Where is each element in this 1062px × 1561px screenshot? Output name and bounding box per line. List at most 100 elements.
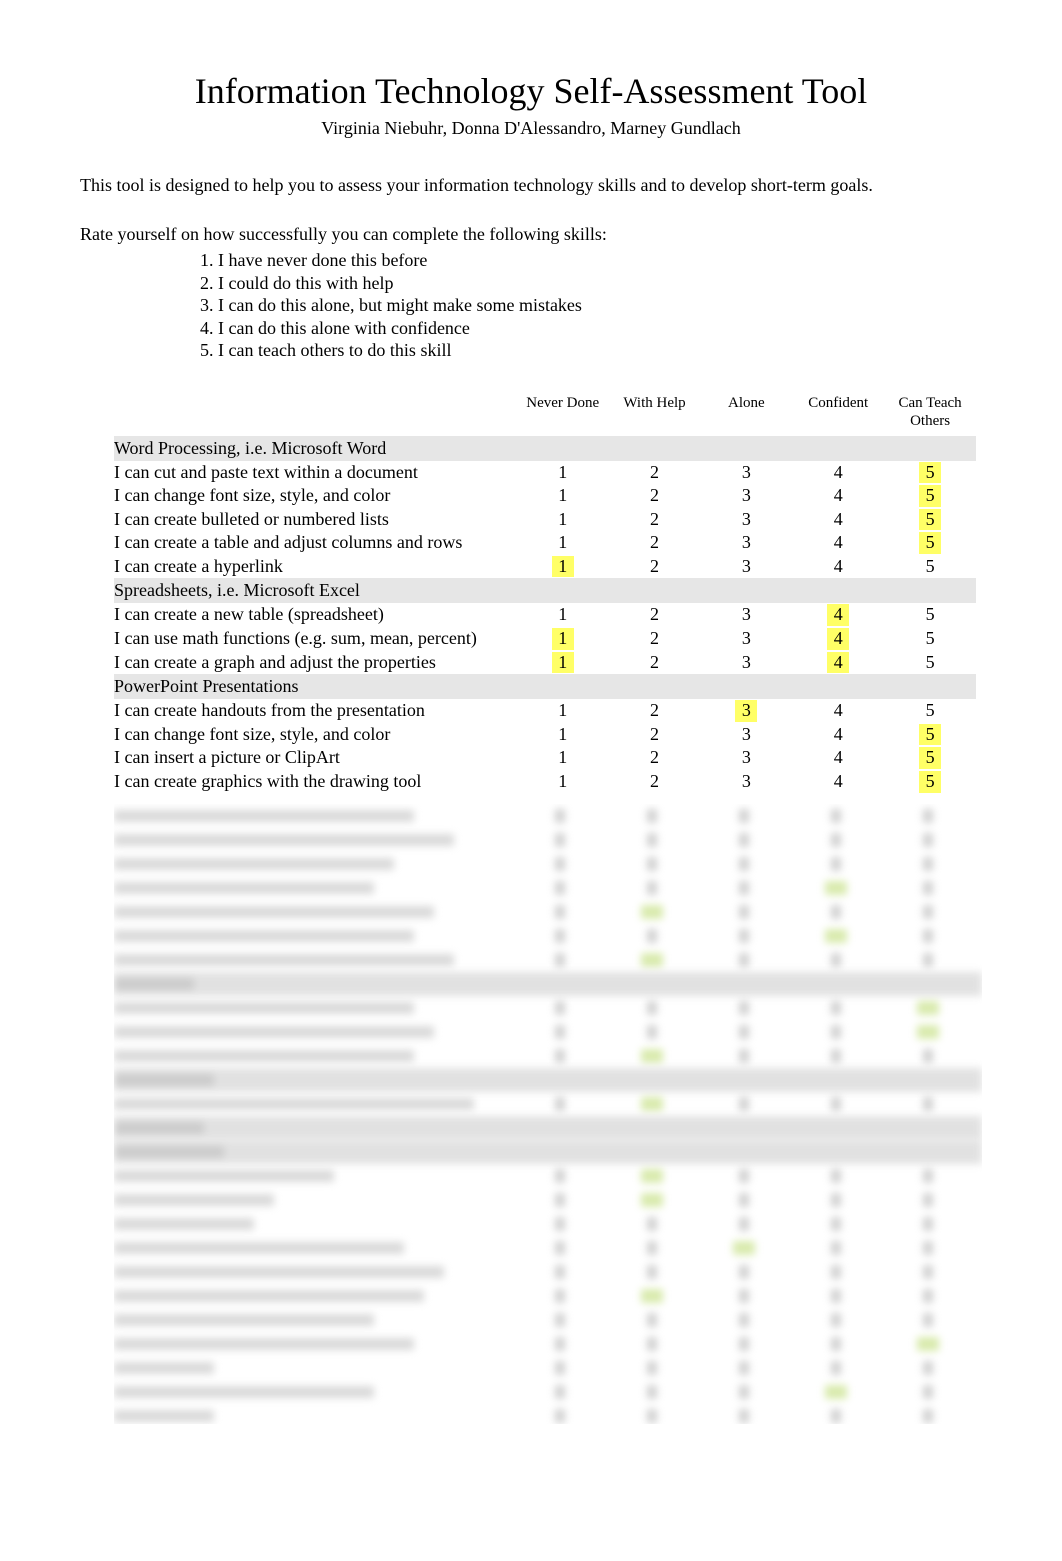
blurred-row	[114, 1212, 982, 1236]
blurred-dot	[555, 1193, 565, 1207]
rating-cell[interactable]: 5	[884, 651, 976, 675]
table-row: I can insert a picture or ClipArt12345	[114, 746, 976, 770]
rating-cell[interactable]: 5	[884, 461, 976, 485]
blurred-dot	[555, 1025, 565, 1039]
rating-cell[interactable]: 3	[700, 461, 792, 485]
table-header-row: Never Done With Help Alone Confident Can…	[114, 390, 976, 436]
rating-cell[interactable]: 5	[884, 627, 976, 651]
blurred-label	[114, 1314, 374, 1326]
section-cell	[517, 674, 609, 699]
rating-cell[interactable]: 1	[517, 603, 609, 627]
rating-cell[interactable]: 2	[609, 508, 701, 532]
rating-cell[interactable]: 1	[517, 461, 609, 485]
blurred-dot	[555, 905, 565, 919]
rating-cell[interactable]: 4	[792, 555, 884, 579]
blurred-label	[114, 978, 194, 990]
blurred-cells	[514, 1337, 982, 1351]
blurred-row	[114, 1332, 982, 1356]
rating-cell[interactable]: 2	[609, 651, 701, 675]
blurred-dot	[739, 881, 749, 895]
rating-cell[interactable]: 2	[609, 461, 701, 485]
blurred-label	[114, 1122, 204, 1134]
blurred-cells	[514, 1049, 982, 1063]
rating-cell[interactable]: 3	[700, 651, 792, 675]
blurred-dot	[555, 953, 565, 967]
rating-cell[interactable]: 3	[700, 508, 792, 532]
rating-cell[interactable]: 5	[884, 746, 976, 770]
rating-cell[interactable]: 5	[884, 770, 976, 794]
blurred-cells	[514, 881, 982, 895]
rating-cell[interactable]: 3	[700, 555, 792, 579]
rating-cell[interactable]: 1	[517, 627, 609, 651]
rating-cell[interactable]: 4	[792, 603, 884, 627]
rating-cell[interactable]: 1	[517, 770, 609, 794]
rating-cell[interactable]: 3	[700, 627, 792, 651]
section-cell	[792, 436, 884, 461]
blurred-row	[114, 852, 982, 876]
blurred-cells	[514, 809, 982, 823]
rating-cell[interactable]: 3	[700, 746, 792, 770]
rating-cell[interactable]: 4	[792, 746, 884, 770]
rating-cell[interactable]: 4	[792, 651, 884, 675]
blurred-dot	[739, 833, 749, 847]
table-row: I can cut and paste text within a docume…	[114, 461, 976, 485]
assessment-table: Never Done With Help Alone Confident Can…	[114, 390, 976, 794]
rating-cell[interactable]: 3	[700, 770, 792, 794]
header-confident: Confident	[792, 390, 884, 436]
rating-cell[interactable]: 2	[609, 723, 701, 747]
rating-cell[interactable]: 3	[700, 484, 792, 508]
blurred-dot	[555, 1097, 565, 1111]
rating-cell[interactable]: 1	[517, 723, 609, 747]
blurred-label	[114, 1002, 414, 1014]
blurred-dot	[555, 929, 565, 943]
section-cell	[609, 674, 701, 699]
rating-cell[interactable]: 2	[609, 746, 701, 770]
rating-cell[interactable]: 4	[792, 531, 884, 555]
rating-cell[interactable]: 1	[517, 746, 609, 770]
rating-cell[interactable]: 1	[517, 699, 609, 723]
rating-cell[interactable]: 5	[884, 603, 976, 627]
rating-cell[interactable]: 5	[884, 699, 976, 723]
rating-cell[interactable]: 5	[884, 484, 976, 508]
header-never-done: Never Done	[517, 390, 609, 436]
rating-cell[interactable]: 5	[884, 555, 976, 579]
rating-cell[interactable]: 4	[792, 627, 884, 651]
rating-cell[interactable]: 5	[884, 508, 976, 532]
blurred-dot	[739, 1193, 749, 1207]
rating-cell[interactable]: 2	[609, 603, 701, 627]
rating-cell[interactable]: 4	[792, 699, 884, 723]
rating-cell[interactable]: 2	[609, 770, 701, 794]
rating-cell[interactable]: 4	[792, 461, 884, 485]
rating-cell[interactable]: 4	[792, 770, 884, 794]
rating-cell[interactable]: 1	[517, 531, 609, 555]
rating-cell[interactable]: 4	[792, 484, 884, 508]
blurred-dot	[739, 929, 749, 943]
rating-cell[interactable]: 3	[700, 723, 792, 747]
blurred-dot	[739, 1217, 749, 1231]
blurred-label	[114, 1386, 374, 1398]
blurred-dot	[923, 1289, 933, 1303]
blurred-dot	[739, 1361, 749, 1375]
blurred-dot	[555, 1265, 565, 1279]
blurred-dot	[555, 881, 565, 895]
rating-cell[interactable]: 4	[792, 508, 884, 532]
rating-cell[interactable]: 2	[609, 699, 701, 723]
rating-cell[interactable]: 1	[517, 508, 609, 532]
rating-cell[interactable]: 3	[700, 531, 792, 555]
blurred-label	[114, 1170, 334, 1182]
rating-cell[interactable]: 2	[609, 555, 701, 579]
blurred-cells	[514, 1025, 982, 1039]
rating-cell[interactable]: 1	[517, 651, 609, 675]
rating-cell[interactable]: 3	[700, 699, 792, 723]
rating-cell[interactable]: 3	[700, 603, 792, 627]
rating-cell[interactable]: 4	[792, 723, 884, 747]
rating-cell[interactable]: 1	[517, 555, 609, 579]
rating-cell[interactable]: 2	[609, 531, 701, 555]
rating-cell[interactable]: 5	[884, 531, 976, 555]
blurred-highlight-dot	[641, 1193, 663, 1207]
blurred-highlight-dot	[641, 953, 663, 967]
rating-cell[interactable]: 5	[884, 723, 976, 747]
rating-cell[interactable]: 2	[609, 484, 701, 508]
rating-cell[interactable]: 2	[609, 627, 701, 651]
rating-cell[interactable]: 1	[517, 484, 609, 508]
